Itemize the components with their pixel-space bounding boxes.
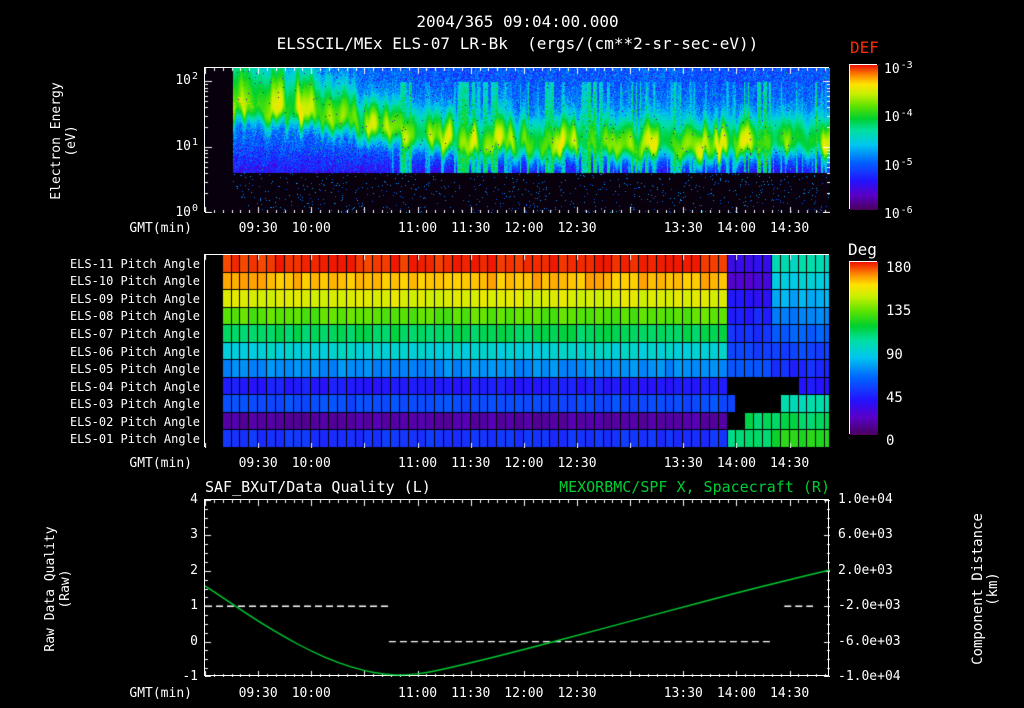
deg-colorbar-tick-label: 0 (886, 433, 895, 449)
def-colorbar-canvas (850, 65, 878, 210)
label-line: Component Distance (970, 513, 986, 665)
label-line: Raw Data Quality (43, 526, 58, 652)
def-colorbar-tick-label: 10-6 (884, 205, 913, 222)
p3-right-tick-label: 6.0e+03 (838, 527, 893, 543)
pitch-angle-canvas (205, 255, 830, 448)
x-tick-label: 10:00 (291, 686, 331, 701)
p3-right-tick-label: -6.0e+03 (838, 633, 901, 649)
deg-colorbar-title: Deg (848, 240, 877, 259)
p3-left-tick-label: 2 (190, 562, 198, 578)
p2-x-axis-label: GMT(min) (129, 456, 192, 471)
def-colorbar-tick-label: 10-4 (884, 108, 913, 126)
power-base: 10 (884, 207, 900, 222)
p3-right-tick-label: -1.0e+04 (838, 669, 901, 684)
p1-x-axis-label: GMT(min) (129, 221, 192, 236)
pitch-row-label: ELS-05 Pitch Angle (69, 362, 200, 377)
def-colorbar-tick-label: 10-3 (884, 60, 913, 77)
p1-y-axis-label: Electron Energy (eV) (49, 82, 79, 199)
pitch-row-label: ELS-08 Pitch Angle (69, 309, 200, 324)
pitch-row-label: ELS-03 Pitch Angle (69, 397, 200, 412)
def-colorbar-value: 10-4 (884, 108, 913, 126)
pitch-row-label: ELS-04 Pitch Angle (69, 379, 200, 394)
def-colorbar-value: 10-5 (884, 156, 913, 174)
p3-left-tick-label: 1 (190, 598, 198, 614)
pitch-row-label: ELS-09 Pitch Angle (69, 291, 200, 306)
p1-ytick-value: 102 (175, 71, 198, 89)
p1-ytick-label: 102 (146, 71, 198, 89)
deg-colorbar-tick-label: 45 (886, 389, 903, 406)
power-base: 10 (175, 139, 191, 155)
label-line: Electron Energy (49, 82, 64, 200)
power-base: 10 (884, 62, 900, 77)
p3-left-tick-label: 4 (190, 492, 198, 507)
x-tick-label: 14:30 (770, 686, 810, 701)
x-tick-label: 12:30 (557, 456, 597, 471)
power-exponent: -4 (900, 108, 913, 120)
power-exponent: 0 (191, 203, 198, 214)
p3-left-tick-label: -1 (182, 669, 198, 684)
plot-page: 2004/365 09:04:00.000 ELSSCIL/MEx ELS-07… (0, 0, 1024, 708)
timestamp-title: 2004/365 09:04:00.000 (416, 12, 619, 31)
power-base: 10 (884, 110, 900, 126)
power-exponent: 1 (191, 137, 198, 149)
label-line: (km) (985, 572, 1001, 606)
deg-colorbar-tick-label: 90 (886, 346, 903, 363)
power-exponent: 2 (191, 71, 198, 83)
pitch-row-label: ELS-07 Pitch Angle (69, 326, 200, 341)
p3-right-tick-label: -2.0e+03 (838, 598, 901, 614)
def-colorbar-title: DEF (850, 38, 879, 57)
deg-colorbar-tick-label: 135 (886, 303, 912, 320)
p3-left-tick-label: 0 (190, 633, 198, 649)
x-tick-label: 10:00 (291, 456, 331, 471)
dataset-title: ELSSCIL/MEx ELS-07 LR-Bk (ergs/(cm**2-sr… (276, 34, 759, 53)
p3-right-tick-label: 2.0e+03 (838, 562, 893, 578)
pitch-row-label: ELS-06 Pitch Angle (69, 344, 200, 359)
p3-x-axis-label: GMT(min) (129, 686, 192, 701)
x-tick-label: 12:30 (557, 221, 597, 236)
p1-ytick-label: 101 (146, 137, 198, 155)
pitch-row-label: ELS-01 Pitch Angle (69, 432, 200, 447)
x-tick-label: 14:30 (770, 221, 810, 236)
deg-colorbar-tick-label: 180 (886, 260, 912, 276)
power-base: 10 (175, 73, 191, 89)
power-exponent: -3 (900, 60, 913, 71)
power-exponent: -6 (900, 205, 913, 216)
def-colorbar-tick-label: 10-5 (884, 156, 913, 174)
p1-ytick-value: 101 (175, 137, 198, 155)
p3-left-y-axis-label: Raw Data Quality (Raw) (43, 526, 73, 651)
p1-ytick-value: 100 (175, 203, 198, 220)
x-tick-label: 10:00 (291, 221, 331, 236)
power-base: 10 (884, 158, 900, 174)
p3-left-tick-label: 3 (190, 527, 198, 543)
power-exponent: -5 (900, 156, 913, 168)
pitch-row-label: ELS-02 Pitch Angle (69, 414, 200, 429)
def-colorbar-value: 10-3 (884, 60, 913, 77)
p3-right-y-axis-label: Component Distance (km) (970, 513, 1001, 665)
x-tick-label: 14:30 (770, 456, 810, 471)
power-base: 10 (175, 205, 191, 220)
x-tick-label: 12:30 (557, 686, 597, 701)
label-line: (eV) (64, 125, 79, 157)
pitch-row-label: ELS-11 Pitch Angle (69, 256, 200, 271)
p3-right-title: MEXORBMC/SPF X, Spacecraft (R) (559, 478, 830, 496)
p3-right-tick-label: 1.0e+04 (838, 492, 893, 507)
spectrogram-canvas (205, 68, 830, 213)
deg-colorbar-canvas (850, 262, 878, 435)
label-line: (Raw) (58, 569, 73, 609)
def-colorbar-value: 10-6 (884, 205, 913, 222)
line-plot-canvas (205, 500, 830, 677)
pitch-row-label: ELS-10 Pitch Angle (69, 274, 200, 289)
p1-ytick-label: 100 (146, 203, 198, 220)
